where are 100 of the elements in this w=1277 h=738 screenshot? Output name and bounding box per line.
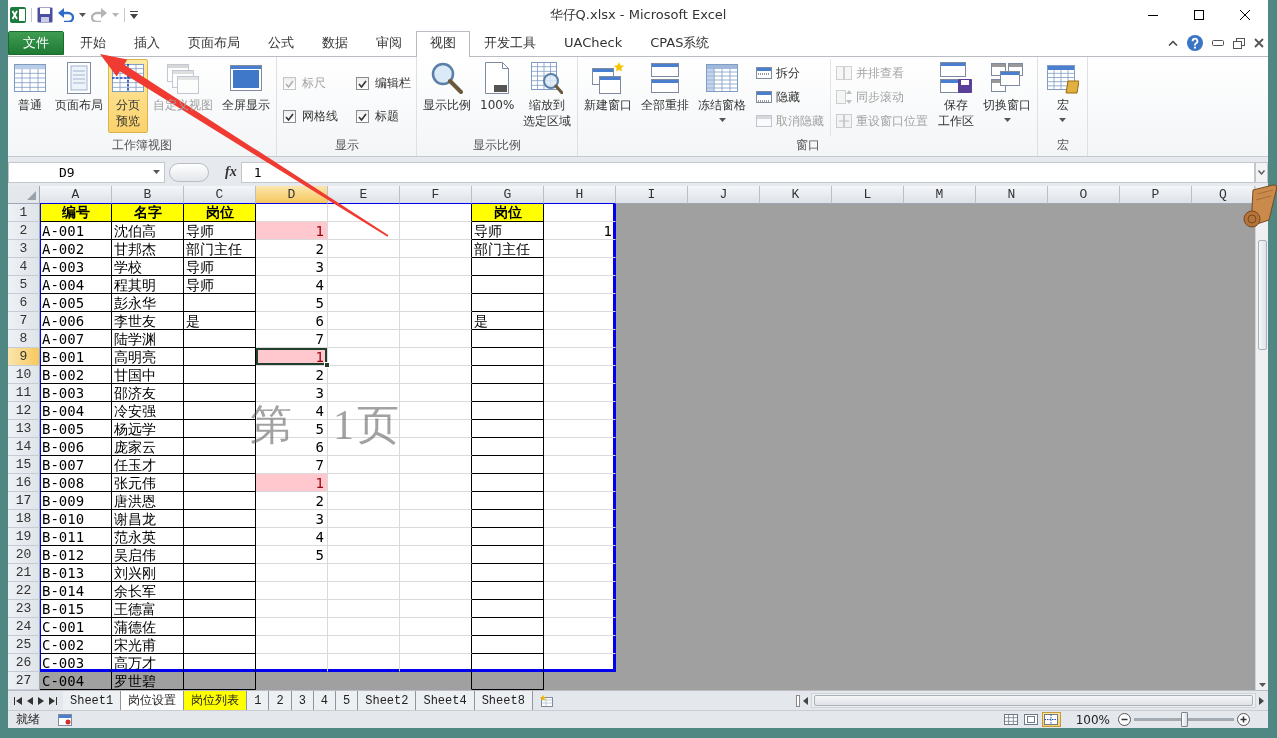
- file-menu-button[interactable]: 文件: [8, 31, 64, 55]
- row-header[interactable]: 9: [8, 348, 40, 366]
- sheet-tab[interactable]: Sheet8: [474, 691, 533, 710]
- row-header[interactable]: 14: [8, 438, 40, 456]
- row-header[interactable]: 15: [8, 456, 40, 474]
- ribbon-button[interactable]: 全屏显示: [218, 59, 274, 133]
- row-header[interactable]: 2: [8, 222, 40, 240]
- column-header[interactable]: Q: [1192, 186, 1255, 204]
- help-icon[interactable]: [1187, 35, 1203, 51]
- row-header[interactable]: 26: [8, 654, 40, 672]
- checkbox-label[interactable]: 网格线: [301, 108, 338, 125]
- row-header[interactable]: 4: [8, 258, 40, 276]
- zoom-out-icon[interactable]: [1118, 713, 1131, 726]
- row-header[interactable]: 12: [8, 402, 40, 420]
- row-header[interactable]: 21: [8, 564, 40, 582]
- row-header[interactable]: 13: [8, 420, 40, 438]
- sheet-tab[interactable]: 岗位设置: [121, 691, 185, 710]
- checkbox[interactable]: [355, 77, 369, 90]
- split-handle[interactable]: [796, 694, 800, 707]
- sheet-tab[interactable]: 4: [313, 691, 337, 710]
- checkbox[interactable]: [355, 110, 369, 123]
- view-button[interactable]: [1041, 712, 1061, 727]
- column-header[interactable]: G: [472, 186, 544, 204]
- column-header[interactable]: B: [112, 186, 184, 204]
- previous-sheet-icon[interactable]: [27, 696, 33, 705]
- ribbon-button[interactable]: 新建窗口: [580, 59, 637, 133]
- scroll-down-icon[interactable]: [1258, 683, 1266, 687]
- sheet-tab[interactable]: Sheet4: [416, 691, 475, 710]
- ribbon-button[interactable]: 冻结窗格: [694, 59, 751, 133]
- caret-icon[interactable]: [79, 13, 86, 17]
- fill-handle[interactable]: [324, 362, 330, 368]
- expand-formula-button[interactable]: [1255, 161, 1268, 183]
- column-header[interactable]: H: [544, 186, 616, 204]
- close-icon[interactable]: [1254, 38, 1264, 48]
- checkbox[interactable]: [282, 110, 296, 123]
- checkbox-label[interactable]: 编辑栏: [374, 75, 411, 92]
- insert-function-button[interactable]: fx: [221, 164, 241, 180]
- column-header[interactable]: C: [184, 186, 256, 204]
- row-header[interactable]: 23: [8, 600, 40, 618]
- column-header[interactable]: K: [760, 186, 832, 204]
- view-button[interactable]: [1001, 712, 1021, 727]
- sheet-tab[interactable]: Sheet1: [63, 691, 122, 710]
- ribbon-tab[interactable]: UACheck: [550, 32, 637, 52]
- column-header[interactable]: O: [1048, 186, 1120, 204]
- sheet-tab[interactable]: 5: [336, 691, 359, 710]
- name-box[interactable]: D9: [8, 161, 165, 183]
- column-header[interactable]: A: [40, 186, 112, 204]
- save-icon[interactable]: [37, 7, 53, 23]
- ribbon-button[interactable]: 普通: [10, 59, 50, 133]
- row-header[interactable]: 11: [8, 384, 40, 402]
- row-header[interactable]: 8: [8, 330, 40, 348]
- scroll-left-icon[interactable]: [803, 696, 808, 705]
- row-header[interactable]: 20: [8, 546, 40, 564]
- sheet-tab[interactable]: Sheet2: [358, 691, 417, 710]
- minimize-icon[interactable]: [1212, 40, 1224, 46]
- row-header[interactable]: 22: [8, 582, 40, 600]
- restore-icon[interactable]: [1233, 37, 1245, 49]
- column-header[interactable]: L: [832, 186, 904, 204]
- ribbon-tab[interactable]: CPAS系统: [636, 32, 724, 52]
- ribbon-tab[interactable]: 数据: [308, 32, 362, 52]
- sheet-tab[interactable]: 2: [269, 691, 292, 710]
- ribbon-button[interactable]: 隐藏: [756, 88, 825, 106]
- zoom-level-button[interactable]: 100%: [1061, 712, 1118, 727]
- ribbon-button[interactable]: 页面布局: [51, 59, 107, 133]
- undo-icon[interactable]: [58, 8, 74, 22]
- chevron-up-icon[interactable]: [1168, 40, 1178, 46]
- slider-thumb[interactable]: [1181, 712, 1188, 727]
- row-header[interactable]: 24: [8, 618, 40, 636]
- next-sheet-icon[interactable]: [38, 696, 44, 705]
- row-header[interactable]: 25: [8, 636, 40, 654]
- row-header[interactable]: 3: [8, 240, 40, 258]
- column-header[interactable]: F: [400, 186, 472, 204]
- row-header[interactable]: 5: [8, 276, 40, 294]
- sheet-tab[interactable]: 1: [247, 691, 270, 710]
- ribbon-tab[interactable]: 开发工具: [470, 32, 550, 52]
- ribbon-button[interactable]: 100%: [476, 59, 519, 133]
- ribbon-button[interactable]: 缩放到选定区域: [519, 59, 576, 133]
- row-header[interactable]: 16: [8, 474, 40, 492]
- row-header[interactable]: 10: [8, 366, 40, 384]
- row-header[interactable]: 27: [8, 672, 40, 690]
- vertical-scrollbar[interactable]: [1255, 186, 1268, 690]
- ribbon-tab[interactable]: 公式: [254, 32, 308, 52]
- insert-sheet-icon[interactable]: [538, 694, 555, 707]
- column-header[interactable]: E: [328, 186, 400, 204]
- ribbon-tab[interactable]: 审阅: [362, 32, 416, 52]
- row-header[interactable]: 19: [8, 528, 40, 546]
- row-header[interactable]: 18: [8, 510, 40, 528]
- formula-input[interactable]: 1: [240, 161, 1255, 183]
- column-header[interactable]: J: [688, 186, 760, 204]
- table-cell[interactable]: 1: [256, 348, 328, 366]
- ribbon-tab[interactable]: 开始: [66, 32, 120, 52]
- ribbon-button[interactable]: 全部重排: [637, 59, 694, 133]
- ribbon-button[interactable]: 宏: [1042, 59, 1083, 133]
- row-header[interactable]: 1: [8, 204, 40, 222]
- ribbon-button[interactable]: 拆分: [756, 64, 825, 82]
- row-header[interactable]: 17: [8, 492, 40, 510]
- view-button[interactable]: [1021, 712, 1041, 727]
- ribbon-button[interactable]: 保存工作区: [934, 59, 979, 133]
- last-sheet-icon[interactable]: [49, 696, 57, 705]
- column-header[interactable]: P: [1120, 186, 1192, 204]
